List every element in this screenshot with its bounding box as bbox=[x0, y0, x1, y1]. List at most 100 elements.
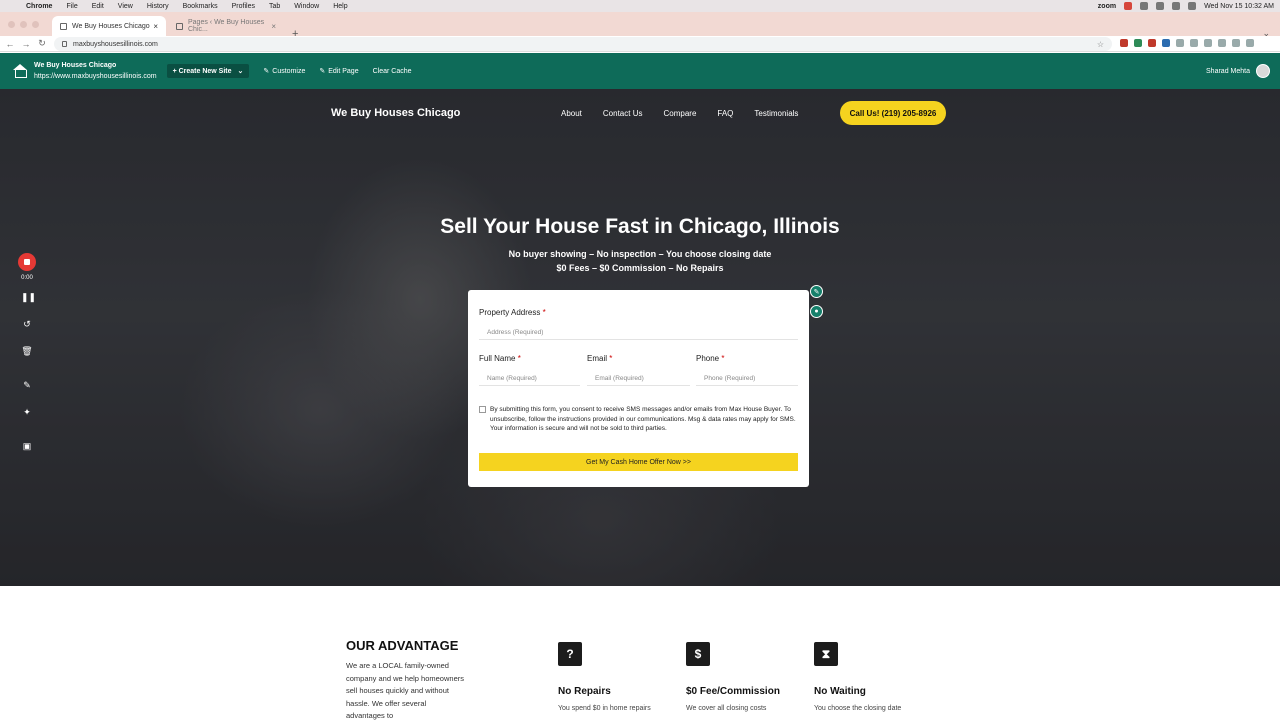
battery-icon[interactable] bbox=[1172, 2, 1181, 10]
admin-site-url: https://www.maxbuyshousesillinois.com bbox=[34, 73, 157, 80]
more-menu-icon[interactable] bbox=[1246, 39, 1254, 47]
reload-icon[interactable]: ↻ bbox=[36, 38, 48, 49]
edit-page-label: Edit Page bbox=[328, 67, 359, 75]
site-header: We Buy Houses Chicago About Contact Us C… bbox=[0, 89, 1280, 137]
site-nav: About Contact Us Compare FAQ Testimonial… bbox=[561, 109, 798, 118]
extension-icon[interactable] bbox=[1176, 39, 1184, 47]
user-icon[interactable]: ● bbox=[810, 305, 823, 318]
hero-section: We Buy Houses Chicago About Contact Us C… bbox=[0, 89, 1280, 586]
trash-icon[interactable]: 🗑 bbox=[21, 345, 33, 357]
menu-window[interactable]: Window bbox=[294, 3, 319, 10]
full-name-label: Full Name * bbox=[479, 354, 521, 363]
feature-desc: You spend $0 in home repairs bbox=[558, 705, 651, 712]
camera-icon[interactable]: ▣ bbox=[21, 440, 33, 452]
nav-about[interactable]: About bbox=[561, 109, 582, 118]
menu-view[interactable]: View bbox=[118, 3, 133, 10]
close-tab-icon[interactable]: × bbox=[271, 22, 276, 31]
customize-label: Customize bbox=[272, 67, 306, 75]
profile-avatar-icon[interactable] bbox=[1232, 39, 1240, 47]
zoom-window-button[interactable] bbox=[32, 21, 39, 28]
create-new-site-label: Create New Site bbox=[178, 67, 232, 75]
menu-help[interactable]: Help bbox=[333, 3, 347, 10]
extension-icon[interactable] bbox=[1148, 39, 1156, 47]
feature-no-repairs: ? No Repairs You spend $0 in home repair… bbox=[558, 642, 688, 712]
call-us-button[interactable]: Call Us! (219) 205-8926 bbox=[840, 101, 946, 125]
search-icon[interactable] bbox=[1188, 2, 1197, 10]
menu-app[interactable]: Chrome bbox=[26, 3, 52, 10]
chevron-down-icon: ⌄ bbox=[237, 68, 244, 75]
site-logo[interactable]: We Buy Houses Chicago bbox=[331, 107, 460, 119]
advantage-text: We are a LOCAL family-owned company and … bbox=[346, 661, 464, 720]
bookmark-star-icon[interactable]: ☆ bbox=[1097, 40, 1104, 49]
clear-cache-button[interactable]: Clear Cache bbox=[373, 68, 412, 75]
clear-cache-label: Clear Cache bbox=[372, 67, 412, 75]
feature-zero-fee: $ $0 Fee/Commission We cover all closing… bbox=[686, 642, 816, 712]
page-favicon-icon bbox=[176, 22, 183, 30]
tab-label: We Buy Houses Chicago bbox=[72, 22, 150, 30]
tab-we-buy-houses[interactable]: We Buy Houses Chicago × bbox=[52, 16, 166, 36]
advantage-title: OUR ADVANTAGE bbox=[346, 638, 459, 653]
email-label: Email * bbox=[587, 354, 613, 363]
edit-page-button[interactable]: ✎ Edit Page bbox=[319, 67, 359, 76]
feature-title: No Repairs bbox=[558, 686, 611, 697]
menu-file[interactable]: File bbox=[66, 3, 77, 10]
customize-button[interactable]: ✎ Customize bbox=[263, 67, 306, 76]
restart-icon[interactable]: ↺ bbox=[21, 318, 33, 330]
nav-faq[interactable]: FAQ bbox=[717, 109, 733, 118]
close-tab-icon[interactable]: × bbox=[153, 22, 158, 31]
stop-icon bbox=[24, 259, 30, 265]
avatar bbox=[1256, 64, 1270, 78]
pencil-icon: ✎ bbox=[319, 68, 326, 75]
back-icon[interactable]: ← bbox=[4, 39, 16, 49]
menu-edit[interactable]: Edit bbox=[92, 3, 104, 10]
sidebar-icon[interactable] bbox=[1218, 39, 1226, 47]
menu-history[interactable]: History bbox=[147, 3, 169, 10]
stop-recording-button[interactable] bbox=[18, 253, 36, 271]
tab-pages[interactable]: Pages ‹ We Buy Houses Chic... × bbox=[168, 16, 284, 36]
menu-tab[interactable]: Tab bbox=[269, 3, 280, 10]
consent-checkbox[interactable] bbox=[479, 406, 486, 413]
minimize-window-button[interactable] bbox=[20, 21, 27, 28]
draw-pencil-icon[interactable]: ✎ bbox=[21, 379, 33, 391]
extension-icon[interactable] bbox=[1162, 39, 1170, 47]
extension-icon[interactable] bbox=[1120, 39, 1128, 47]
puzzle-icon[interactable] bbox=[1190, 39, 1198, 47]
admin-user-name: Sharad Mehta bbox=[1206, 67, 1250, 75]
lock-icon[interactable] bbox=[62, 41, 67, 47]
advantage-section: OUR ADVANTAGE We are a LOCAL family-owne… bbox=[0, 586, 1280, 720]
phone-label: Phone * bbox=[696, 354, 725, 363]
effects-icon[interactable]: ✦ bbox=[21, 406, 33, 418]
get-cash-offer-button[interactable]: Get My Cash Home Offer Now >> bbox=[479, 453, 798, 471]
browser-tabbar: We Buy Houses Chicago × Pages ‹ We Buy H… bbox=[0, 12, 1280, 40]
address-bar[interactable]: maxbuyshousesillinois.com ☆ bbox=[54, 37, 1112, 51]
nav-contact-us[interactable]: Contact Us bbox=[603, 109, 643, 118]
nav-compare[interactable]: Compare bbox=[663, 109, 696, 118]
create-new-site-button[interactable]: + Create New Site ⌄ bbox=[166, 64, 250, 78]
email-input[interactable]: Email (Required) bbox=[587, 372, 690, 386]
apple-icon[interactable] bbox=[6, 2, 14, 10]
pause-icon[interactable]: ❚❚ bbox=[21, 291, 36, 303]
extension-icon[interactable] bbox=[1134, 39, 1142, 47]
feature-title: No Waiting bbox=[814, 686, 866, 697]
zoom-status[interactable]: zoom bbox=[1098, 3, 1116, 10]
full-name-input[interactable]: Name (Required) bbox=[479, 372, 580, 386]
close-window-button[interactable] bbox=[8, 21, 15, 28]
phone-input[interactable]: Phone (Required) bbox=[696, 372, 798, 386]
menu-profiles[interactable]: Profiles bbox=[232, 3, 255, 10]
nav-testimonials[interactable]: Testimonials bbox=[754, 109, 798, 118]
admin-site-info[interactable]: We Buy Houses Chicago https://www.maxbuy… bbox=[34, 60, 157, 82]
address-input[interactable]: Address (Required) bbox=[479, 326, 798, 340]
home-icon[interactable] bbox=[12, 64, 28, 78]
forward-icon[interactable]: → bbox=[20, 39, 32, 49]
edit-pencil-icon[interactable]: ✎ bbox=[810, 285, 823, 298]
site-admin-bar: We Buy Houses Chicago https://www.maxbuy… bbox=[0, 53, 1280, 89]
menu-bookmarks[interactable]: Bookmarks bbox=[183, 3, 218, 10]
settings-status-icon[interactable] bbox=[1140, 2, 1149, 10]
admin-user-menu[interactable]: Sharad Mehta bbox=[1206, 64, 1270, 78]
download-icon[interactable] bbox=[1204, 39, 1212, 47]
recorder-status-icon[interactable] bbox=[1124, 2, 1133, 10]
sms-consent: By submitting this form, you consent to … bbox=[479, 405, 801, 434]
wifi-icon[interactable] bbox=[1156, 2, 1165, 10]
clock[interactable]: Wed Nov 15 10:32 AM bbox=[1204, 3, 1274, 10]
extension-icons bbox=[1120, 39, 1254, 47]
